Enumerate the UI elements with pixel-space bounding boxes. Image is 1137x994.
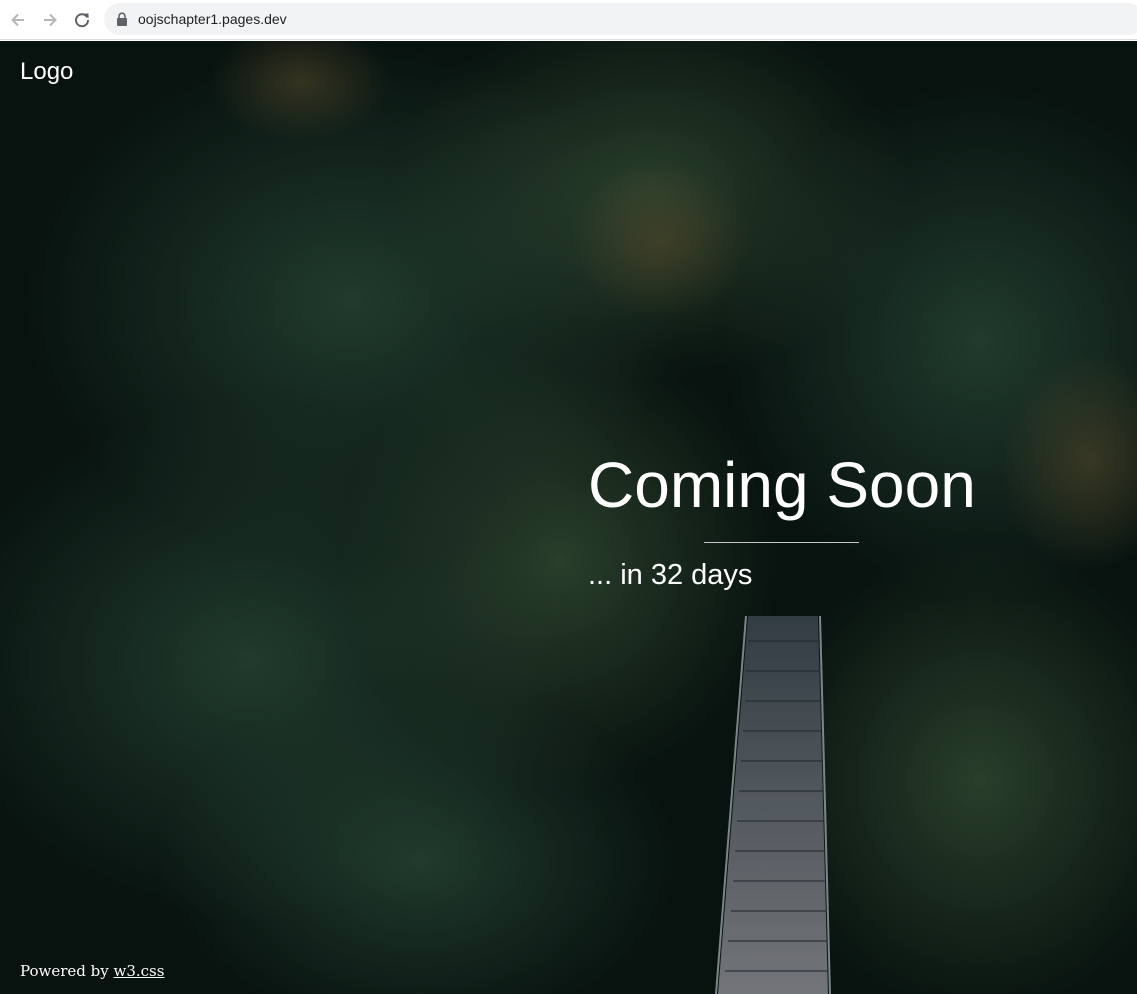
lock-icon	[117, 12, 127, 26]
countdown-subtitle: ... in 32 days	[588, 559, 753, 591]
url-text: oojschapter1.pages.dev	[138, 11, 287, 27]
reload-button[interactable]	[70, 8, 94, 32]
forward-button[interactable]	[38, 8, 62, 32]
page-title: Coming Soon	[588, 449, 976, 521]
w3css-link[interactable]: w3.css	[114, 962, 165, 980]
hero-section: Coming Soon ... in 32 days	[588, 449, 988, 591]
back-arrow-icon	[11, 13, 24, 27]
coming-soon-page: Logo Coming Soon ... in 32 days Powered …	[0, 41, 1137, 994]
forward-arrow-icon	[44, 13, 57, 27]
footer: Powered by w3.css	[20, 962, 164, 980]
reload-icon	[75, 13, 90, 28]
title-divider	[704, 542, 859, 543]
browser-toolbar: oojschapter1.pages.dev	[0, 0, 1137, 40]
footer-prefix: Powered by	[20, 962, 114, 980]
back-button[interactable]	[6, 8, 30, 32]
site-logo[interactable]: Logo	[20, 58, 73, 86]
address-bar[interactable]: oojschapter1.pages.dev	[104, 3, 1137, 35]
